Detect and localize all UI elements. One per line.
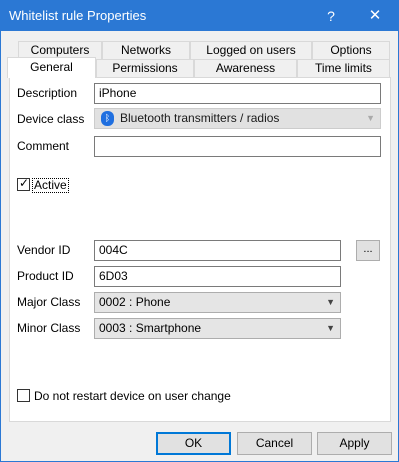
checkmark-icon: ✓: [19, 176, 30, 190]
no-restart-checkbox[interactable]: [17, 389, 30, 402]
tab-awareness[interactable]: Awareness: [194, 59, 297, 77]
device-class-value: Bluetooth transmitters / radios: [120, 111, 280, 125]
tab-permissions[interactable]: Permissions: [96, 59, 194, 77]
major-class-label: Major Class: [17, 295, 81, 309]
minor-class-value: 0003 : Smartphone: [99, 321, 202, 335]
active-checkbox[interactable]: ✓: [17, 176, 30, 191]
chevron-down-icon: ▼: [326, 297, 335, 307]
close-button[interactable]: ✕: [353, 1, 397, 31]
comment-label: Comment: [17, 139, 70, 153]
help-button[interactable]: ?: [313, 1, 349, 31]
device-class-select[interactable]: ᛒ Bluetooth transmitters / radios ▼: [94, 108, 381, 129]
major-class-value: 0002 : Phone: [99, 295, 171, 309]
tab-time-limits[interactable]: Time limits: [297, 59, 390, 77]
tab-options[interactable]: Options: [312, 41, 390, 59]
chevron-down-icon: ▼: [366, 113, 375, 123]
device-class-label: Device class: [17, 112, 85, 126]
comment-field[interactable]: [94, 136, 381, 157]
product-id-field[interactable]: 6D03: [94, 266, 341, 287]
vendor-id-field[interactable]: 004C: [94, 240, 341, 261]
window-title: Whitelist rule Properties: [9, 8, 147, 23]
title-bar[interactable]: Whitelist rule Properties ? ✕: [1, 1, 398, 31]
dialog-window: Whitelist rule Properties ? ✕ Computers …: [0, 0, 399, 462]
tab-general[interactable]: General: [7, 57, 96, 78]
bluetooth-icon: ᛒ: [101, 111, 114, 127]
description-label: Description: [17, 86, 78, 100]
tab-networks[interactable]: Networks: [102, 41, 190, 59]
vendor-browse-button[interactable]: ...: [356, 240, 380, 261]
active-label[interactable]: Active: [32, 178, 69, 193]
minor-class-label: Minor Class: [17, 321, 81, 335]
vendor-id-label: Vendor ID: [17, 243, 71, 257]
tab-logged-on-users[interactable]: Logged on users: [190, 41, 312, 59]
ok-button[interactable]: OK: [156, 432, 231, 455]
product-id-label: Product ID: [17, 269, 74, 283]
chevron-down-icon: ▼: [326, 323, 335, 333]
no-restart-label[interactable]: Do not restart device on user change: [34, 389, 231, 403]
description-field[interactable]: iPhone: [94, 83, 381, 104]
apply-button[interactable]: Apply: [317, 432, 392, 455]
cancel-button[interactable]: Cancel: [237, 432, 312, 455]
minor-class-select[interactable]: 0003 : Smartphone ▼: [94, 318, 341, 339]
major-class-select[interactable]: 0002 : Phone ▼: [94, 292, 341, 313]
